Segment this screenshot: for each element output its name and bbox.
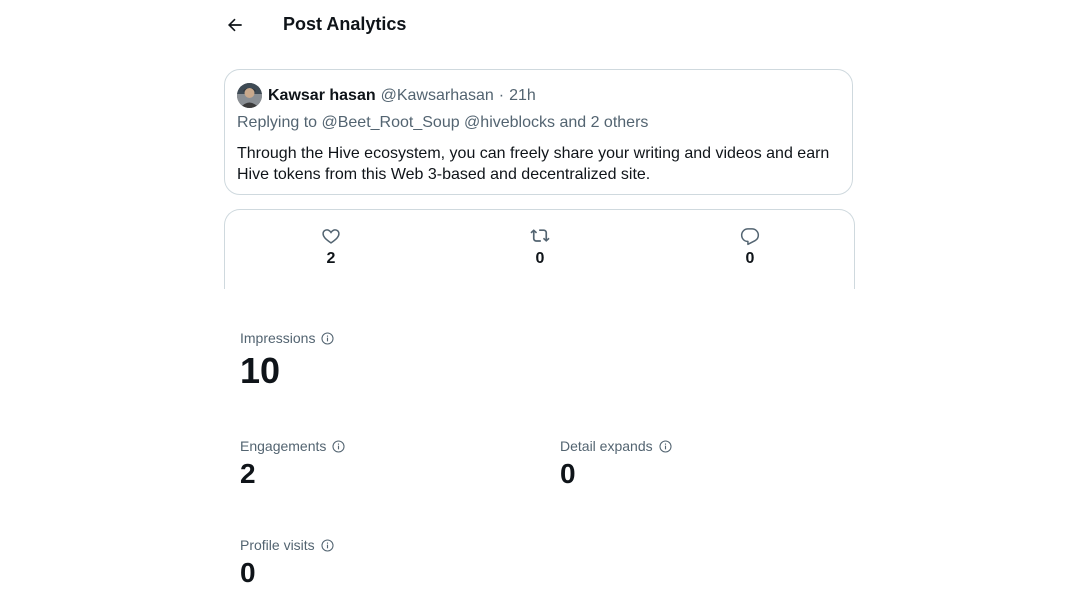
- profile-visits-label-row: Profile visits: [240, 537, 334, 553]
- author-name[interactable]: Kawsar hasan: [268, 87, 376, 105]
- impressions-metric: Impressions 10: [240, 330, 335, 392]
- back-button[interactable]: [224, 14, 246, 36]
- back-arrow-icon: [228, 18, 242, 32]
- info-icon[interactable]: [321, 538, 334, 552]
- replies-count: 0: [745, 250, 755, 267]
- info-icon[interactable]: [321, 331, 335, 345]
- tweet-header: Kawsar hasan @Kawsarhasan · 21h: [237, 83, 536, 108]
- impressions-value: 10: [240, 350, 281, 391]
- detail-expands-label: Detail expands: [560, 438, 653, 454]
- detail-expands-value: 0: [560, 458, 576, 489]
- avatar[interactable]: [237, 83, 262, 108]
- impressions-label: Impressions: [240, 330, 316, 346]
- info-icon[interactable]: [659, 439, 672, 453]
- heart-icon: [322, 229, 340, 244]
- tweet-card[interactable]: Kawsar hasan @Kawsarhasan · 21h Replying…: [224, 69, 853, 195]
- engagements-label: Engagements: [240, 438, 327, 454]
- likes-stat: 2: [311, 226, 351, 268]
- impressions-label-row: Impressions: [240, 330, 335, 346]
- reposts-count: 0: [535, 250, 545, 267]
- post-time[interactable]: 21h: [509, 87, 536, 105]
- profile-visits-label: Profile visits: [240, 537, 315, 553]
- engagements-value: 2: [240, 458, 256, 489]
- detail-expands-metric: Detail expands 0: [560, 438, 672, 490]
- author-handle[interactable]: @Kawsarhasan: [381, 87, 494, 105]
- reposts-stat: 0: [520, 226, 560, 268]
- likes-count: 2: [326, 250, 336, 267]
- engagements-metric: Engagements 2: [240, 438, 345, 490]
- repost-icon: [530, 229, 550, 242]
- engagements-label-row: Engagements: [240, 438, 345, 454]
- engagement-stats-card: 2 0 0: [224, 209, 855, 289]
- separator-dot: ·: [498, 86, 505, 104]
- replying-to[interactable]: Replying to @Beet_Root_Soup @hiveblocks …: [237, 114, 648, 132]
- info-icon[interactable]: [332, 439, 345, 453]
- page-header: Post Analytics: [224, 10, 406, 40]
- page-title: Post Analytics: [283, 14, 407, 34]
- detail-expands-label-row: Detail expands: [560, 438, 672, 454]
- profile-visits-metric: Profile visits 0: [240, 537, 334, 589]
- replies-stat: 0: [730, 226, 770, 268]
- reply-icon: [740, 228, 760, 246]
- profile-visits-value: 0: [240, 557, 256, 588]
- tweet-text: Through the Hive ecosystem, you can free…: [237, 145, 830, 183]
